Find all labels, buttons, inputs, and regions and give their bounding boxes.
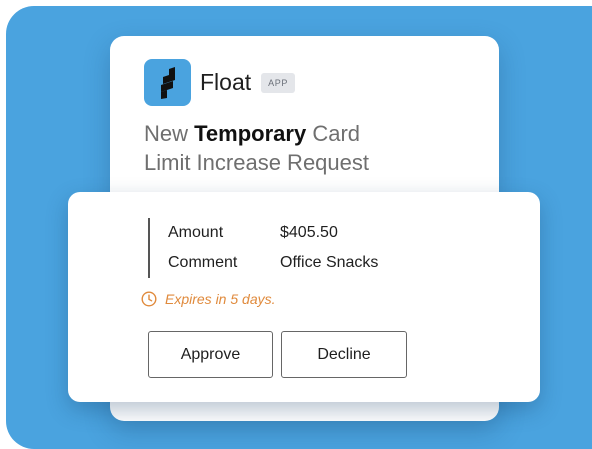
notification-background: Float APP New Temporary Card Limit Incre… bbox=[6, 6, 592, 449]
title-emphasis: Temporary bbox=[194, 121, 307, 146]
title-line-2: Limit Increase Request bbox=[144, 150, 369, 175]
brand-name: Float bbox=[200, 69, 252, 95]
title-suffix: Card bbox=[306, 121, 360, 146]
expiry-text: Expires in 5 days. bbox=[165, 291, 276, 307]
expiry-notice: Expires in 5 days. bbox=[141, 291, 276, 307]
clock-icon bbox=[141, 291, 157, 307]
title-prefix: New bbox=[144, 121, 195, 146]
comment-value: Office Snacks bbox=[280, 254, 379, 271]
comment-row: Comment Office Snacks bbox=[168, 248, 378, 278]
amount-value: $405.50 bbox=[280, 224, 338, 241]
brand-row: Float APP bbox=[144, 59, 295, 106]
request-details-card: Amount $405.50 Comment Office Snacks Exp… bbox=[68, 192, 540, 402]
float-logo-icon bbox=[144, 59, 191, 106]
amount-row: Amount $405.50 bbox=[168, 218, 378, 248]
request-title: New Temporary Card Limit Increase Reques… bbox=[144, 119, 474, 177]
app-badge: APP bbox=[261, 72, 295, 93]
decline-button[interactable]: Decline bbox=[281, 331, 407, 378]
comment-label: Comment bbox=[168, 254, 238, 271]
approve-button[interactable]: Approve bbox=[148, 331, 273, 378]
amount-label: Amount bbox=[168, 224, 224, 241]
details-list: Amount $405.50 Comment Office Snacks bbox=[148, 218, 378, 278]
